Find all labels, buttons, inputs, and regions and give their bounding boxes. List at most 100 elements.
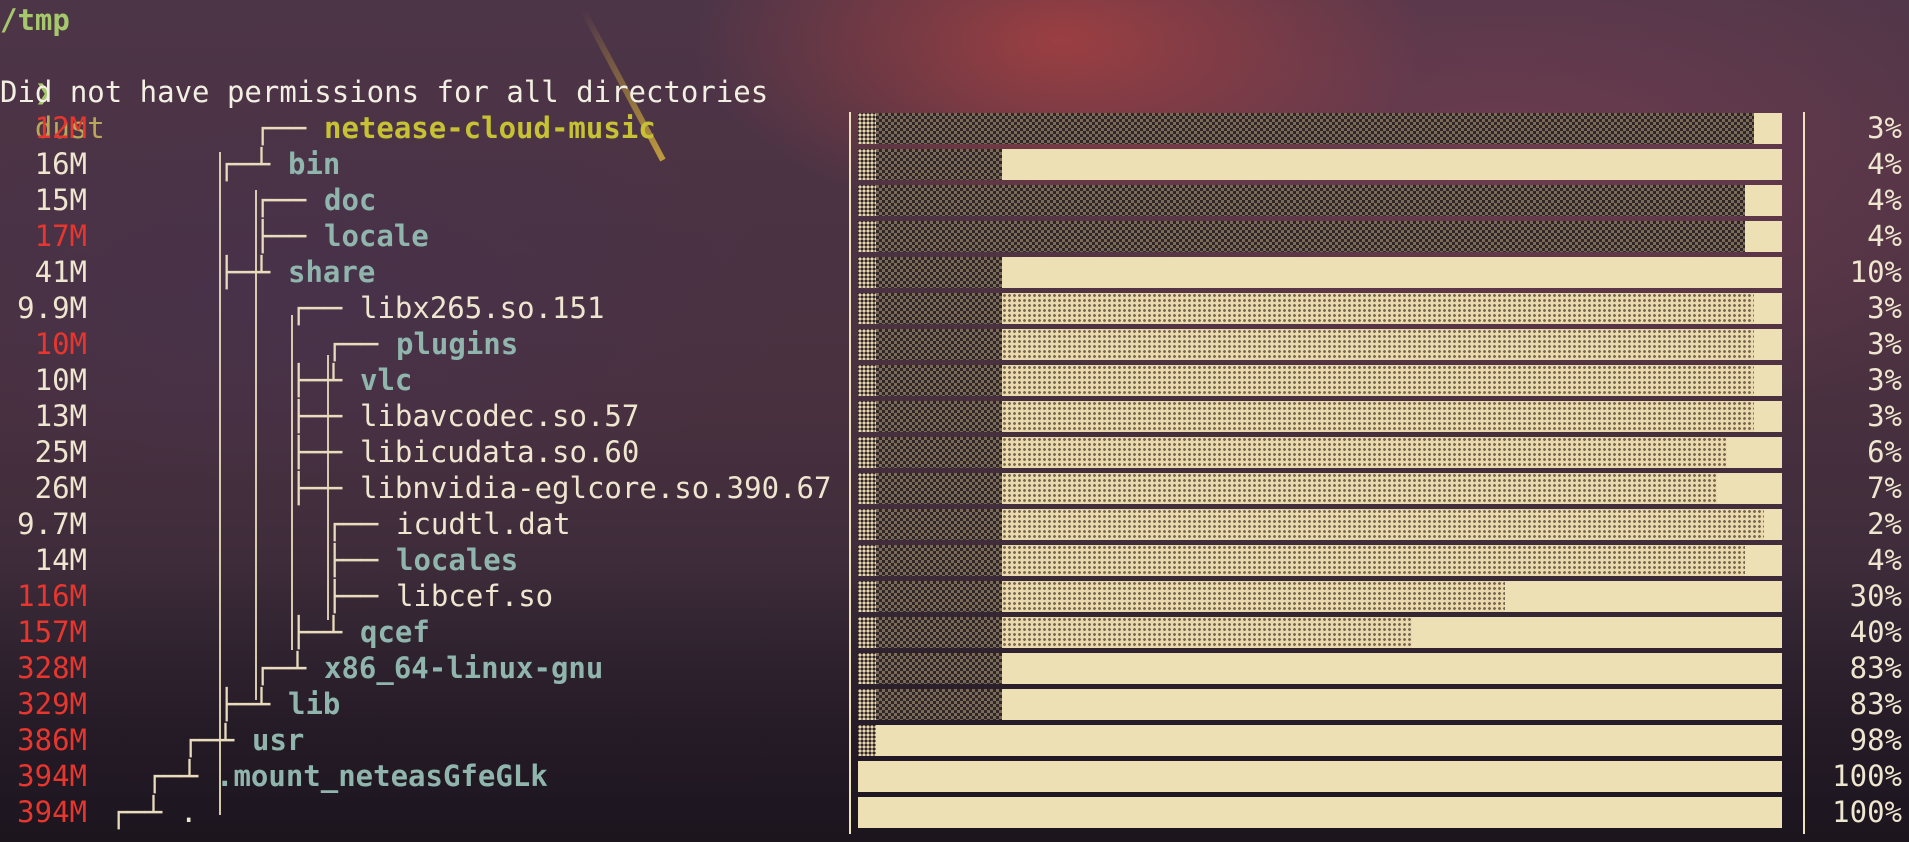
directory-name[interactable]: qcef <box>360 614 430 650</box>
tree-branch: ├─┴ <box>290 615 343 649</box>
bar-segment <box>858 401 876 432</box>
list-item[interactable]: 16M ┌─┴ bin 4% <box>0 146 1909 182</box>
prompt-line[interactable]: ❯ dust <box>0 38 105 145</box>
directory-name[interactable]: .mount_neteasGfeGLk <box>216 758 548 794</box>
tree-branch: ┌─┴ <box>110 795 163 829</box>
file-name[interactable]: libnvidia-eglcore.so.390.67 <box>360 470 831 506</box>
usage-bar <box>858 581 1782 612</box>
usage-bar <box>858 545 1782 576</box>
bar-segment <box>858 509 876 540</box>
list-item[interactable]: 9.7M ┌── icudtl.dat 2% <box>0 506 1909 542</box>
bar-right-border <box>1803 112 1805 834</box>
bar-segment <box>1002 365 1754 396</box>
size-value: 15M <box>34 183 87 217</box>
usage-bar <box>858 509 1782 540</box>
tree-branch: ┌── <box>254 111 307 145</box>
percent-value: 3% <box>1867 399 1902 433</box>
file-name[interactable]: libavcodec.so.57 <box>360 398 639 434</box>
bar-segment <box>858 329 876 360</box>
list-item[interactable]: 26M ├── libnvidia-eglcore.so.390.67 7% <box>0 470 1909 506</box>
usage-bar <box>858 329 1782 360</box>
usage-bar <box>858 473 1782 504</box>
directory-name[interactable]: locale <box>324 218 429 254</box>
bar-segment <box>876 545 1002 576</box>
bar-segment <box>1002 329 1754 360</box>
usage-bar <box>858 149 1782 180</box>
bar-segment <box>1002 401 1754 432</box>
list-item[interactable]: 10M ┌── plugins 3% <box>0 326 1909 362</box>
bar-segment <box>1764 509 1782 540</box>
bar-segment <box>858 365 876 396</box>
directory-name[interactable]: x86_64-linux-gnu <box>324 650 603 686</box>
file-name[interactable]: . <box>180 794 197 830</box>
list-item[interactable]: 14M ├── locales 4% <box>0 542 1909 578</box>
tree-branch: ┌─┴ <box>182 723 235 757</box>
file-name[interactable]: libicudata.so.60 <box>360 434 639 470</box>
bar-segment <box>858 149 876 180</box>
list-item[interactable]: 17M ├── locale 4% <box>0 218 1909 254</box>
directory-name[interactable]: vlc <box>360 362 412 398</box>
list-item[interactable]: 116M ├── libcef.so 30% <box>0 578 1909 614</box>
bar-segment <box>1002 689 1782 720</box>
percent-value: 4% <box>1867 219 1902 253</box>
bar-segment <box>1754 329 1782 360</box>
list-item[interactable]: 9.9M ┌── libx265.so.151 3% <box>0 290 1909 326</box>
bar-segment <box>876 257 1002 288</box>
size-value: 386M <box>17 723 87 757</box>
bar-segment <box>1002 509 1764 540</box>
list-item[interactable]: 12M ┌── netease-cloud-music 3% <box>0 110 1909 146</box>
list-item[interactable]: 15M ┌── doc 4% <box>0 182 1909 218</box>
usage-bar <box>858 725 1782 756</box>
percent-value: 6% <box>1867 435 1902 469</box>
size-value: 328M <box>17 651 87 685</box>
list-item[interactable]: 13M ├── libavcodec.so.57 3% <box>0 398 1909 434</box>
bar-segment <box>1002 473 1717 504</box>
directory-name[interactable]: lib <box>288 686 340 722</box>
list-item[interactable]: 394M ┌─┴. 100% <box>0 794 1909 830</box>
percent-value: 2% <box>1867 507 1902 541</box>
bar-segment <box>858 185 876 216</box>
bar-segment <box>1745 545 1782 576</box>
percent-value: 100% <box>1832 795 1902 829</box>
directory-name[interactable]: netease-cloud-music <box>324 110 656 146</box>
list-item[interactable]: 41M ├─┴ share 10% <box>0 254 1909 290</box>
percent-value: 100% <box>1832 759 1902 793</box>
size-value: 394M <box>17 759 87 793</box>
directory-name[interactable]: doc <box>324 182 376 218</box>
bar-segment <box>876 617 1002 648</box>
bar-segment <box>1754 113 1782 144</box>
usage-bar <box>858 257 1782 288</box>
list-item[interactable]: 25M ├── libicudata.so.60 6% <box>0 434 1909 470</box>
bar-segment <box>858 653 876 684</box>
file-name[interactable]: icudtl.dat <box>396 506 571 542</box>
directory-name[interactable]: bin <box>288 146 340 182</box>
file-name[interactable]: libcef.so <box>396 578 553 614</box>
bar-segment <box>858 473 876 504</box>
tree-branch: ├── <box>254 219 307 253</box>
list-item[interactable]: 157M ├─┴ qcef 40% <box>0 614 1909 650</box>
percent-value: 3% <box>1867 327 1902 361</box>
size-value: 116M <box>17 579 87 613</box>
directory-name[interactable]: usr <box>252 722 304 758</box>
bar-segment <box>858 545 876 576</box>
tree-branch: ├── <box>290 399 343 433</box>
usage-bar <box>858 365 1782 396</box>
bar-segment <box>876 221 1745 252</box>
directory-name[interactable]: share <box>288 254 375 290</box>
list-item[interactable]: 329M ├─┴ lib 83% <box>0 686 1909 722</box>
directory-name[interactable]: locales <box>396 542 518 578</box>
list-item[interactable]: 10M ├─┴ vlc 3% <box>0 362 1909 398</box>
list-item[interactable]: 386M ┌─┴ usr 98% <box>0 722 1909 758</box>
file-name[interactable]: libx265.so.151 <box>360 290 604 326</box>
bar-segment <box>876 329 1002 360</box>
list-item[interactable]: 394M ┌─┴ .mount_neteasGfeGLk 100% <box>0 758 1909 794</box>
directory-name[interactable]: plugins <box>396 326 518 362</box>
size-value: 17M <box>34 219 87 253</box>
percent-value: 4% <box>1867 147 1902 181</box>
list-item[interactable]: 328M ┌─┴ x86_64-linux-gnu 83% <box>0 650 1909 686</box>
tree-branch: ├── <box>290 471 343 505</box>
size-value: 9.7M <box>17 507 87 541</box>
bar-segment <box>858 797 1782 828</box>
bar-segment <box>876 437 1002 468</box>
bar-segment <box>1002 545 1745 576</box>
